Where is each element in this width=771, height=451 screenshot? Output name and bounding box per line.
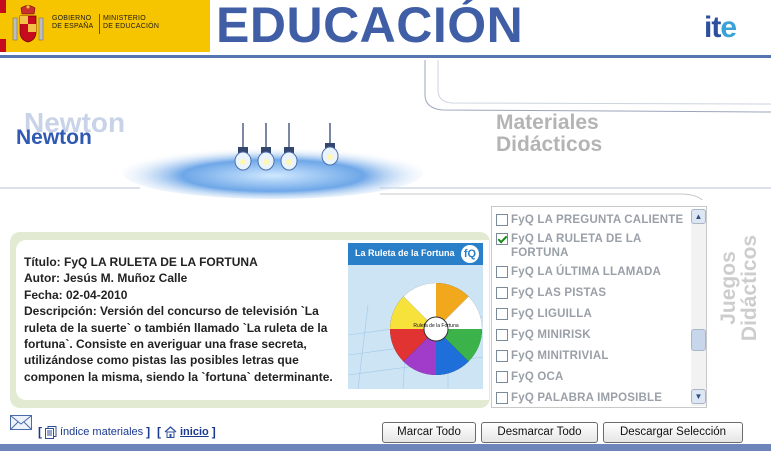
desmarcar-todo-button[interactable]: Desmarcar Todo bbox=[481, 422, 598, 443]
gov-divider bbox=[99, 14, 100, 34]
thumbnail-title: La Ruleta de la Fortuna bbox=[355, 248, 455, 258]
juegos-didacticos-label: Juegos Didácticos bbox=[716, 228, 762, 348]
site-title[interactable]: EDUCACIÓN bbox=[216, 0, 523, 54]
materials-list[interactable]: FyQ LA PREGUNTA CALIENTE FyQ LA RULETA D… bbox=[491, 206, 707, 408]
list-item-checkbox[interactable] bbox=[496, 308, 508, 320]
light-bulbs-icon bbox=[123, 123, 423, 199]
material-author: Autor: Jesús M. Muñoz Calle bbox=[24, 271, 188, 286]
descargar-seleccion-button[interactable]: Descargar Selección bbox=[603, 422, 743, 443]
list-item[interactable]: FyQ OCA bbox=[496, 370, 690, 384]
list-item-label: FyQ LA ÚLTIMA LLAMADA bbox=[511, 266, 662, 278]
ite-logo[interactable]: ite bbox=[704, 11, 737, 44]
list-item-checkbox[interactable] bbox=[496, 329, 508, 341]
list-item-checkbox[interactable] bbox=[496, 233, 508, 245]
list-item-label: FyQ MINITRIVIAL bbox=[511, 350, 609, 362]
fortune-wheel-icon: Ruleta de la Fortuna bbox=[348, 283, 483, 389]
scroll-up-icon[interactable]: ▲ bbox=[691, 209, 706, 224]
document-icon bbox=[45, 425, 57, 439]
juegos-didacticos-text: Juegos Didácticos bbox=[717, 234, 761, 342]
home-icon bbox=[164, 426, 177, 438]
list-item-label: FyQ LIGUILLA bbox=[511, 308, 592, 320]
materiales-didacticos-title[interactable]: Materiales Didácticos bbox=[496, 112, 602, 156]
list-item[interactable]: FyQ LIGUILLA bbox=[496, 307, 690, 321]
indice-materiales-link[interactable]: [ índice materiales ] bbox=[38, 425, 150, 439]
ite-logo-main: it bbox=[704, 11, 721, 44]
ite-logo-accent: e bbox=[720, 11, 737, 44]
scroll-down-icon[interactable]: ▼ bbox=[691, 389, 706, 404]
list-item-label: FyQ MINIRISK bbox=[511, 329, 591, 341]
bracket-open: [ bbox=[38, 425, 42, 439]
list-item[interactable]: FyQ LA RULETA DE LA FORTUNA bbox=[496, 232, 690, 260]
list-item-label: FyQ LA PREGUNTA CALIENTE bbox=[511, 214, 684, 226]
ministerio-text: MINISTERIO DE EDUCACIÓN bbox=[103, 15, 160, 30]
inicio-label: inicio bbox=[180, 426, 209, 438]
material-details: Título: FyQ LA RULETA DE LA FORTUNA Auto… bbox=[24, 254, 334, 385]
government-logo[interactable]: GOBIERNO DE ESPAÑA MINISTERIO DE EDUCACI… bbox=[0, 0, 210, 52]
list-item-checkbox[interactable] bbox=[496, 350, 508, 362]
list-item[interactable]: FyQ LA ÚLTIMA LLAMADA bbox=[496, 265, 690, 279]
flag-stripe bbox=[0, 0, 6, 52]
list-item[interactable]: FyQ MINITRIVIAL bbox=[496, 349, 690, 363]
marcar-todo-button[interactable]: Marcar Todo bbox=[382, 422, 476, 443]
list-item[interactable]: FyQ LAS PISTAS bbox=[496, 286, 690, 300]
list-item-checkbox[interactable] bbox=[496, 287, 508, 299]
wheel-center-text: Ruleta de la Fortuna bbox=[413, 323, 459, 329]
list-scrollbar[interactable]: ▲ ▼ bbox=[691, 209, 706, 406]
footer-bar bbox=[0, 444, 771, 451]
material-thumbnail[interactable]: La Ruleta de la Fortuna fQ Ruleta de la … bbox=[348, 243, 483, 389]
list-item-label: FyQ LAS PISTAS bbox=[511, 287, 607, 299]
bracket-close: ] bbox=[146, 425, 151, 439]
list-item-checkbox[interactable] bbox=[496, 392, 508, 404]
list-item-label: FyQ OCA bbox=[511, 371, 564, 383]
list-item[interactable]: FyQ MINIRISK bbox=[496, 328, 690, 342]
material-date: Fecha: 02-04-2010 bbox=[24, 287, 128, 302]
list-item-label: FyQ LA RULETA DE LA FORTUNA bbox=[511, 233, 642, 259]
list-item-checkbox[interactable] bbox=[496, 214, 508, 226]
newton-title[interactable]: Newton bbox=[16, 126, 92, 150]
banner: Newton Newton Materiales Didácticos bbox=[0, 60, 771, 200]
list-item[interactable]: FyQ LA PREGUNTA CALIENTE bbox=[496, 213, 690, 227]
indice-materiales-label: índice materiales bbox=[60, 426, 144, 438]
site-header: GOBIERNO DE ESPAÑA MINISTERIO DE EDUCACI… bbox=[0, 0, 771, 58]
bracket-close: ] bbox=[211, 425, 216, 439]
fq-logo-icon: fQ bbox=[461, 245, 479, 263]
bracket-open: [ bbox=[157, 425, 161, 439]
material-description: Descripción: Versión del concurso de tel… bbox=[24, 304, 333, 384]
materiales-label: Materiales Didácticos bbox=[496, 111, 603, 156]
scrollbar-thumb[interactable] bbox=[691, 329, 706, 351]
list-item-checkbox[interactable] bbox=[496, 371, 508, 383]
material-title: Título: FyQ LA RULETA DE LA FORTUNA bbox=[24, 255, 258, 269]
inicio-link[interactable]: [ inicio ] bbox=[157, 425, 216, 439]
list-item[interactable]: FyQ PALABRA IMPOSIBLE bbox=[496, 391, 690, 405]
thumbnail-header: La Ruleta de la Fortuna fQ bbox=[348, 243, 483, 265]
list-item-checkbox[interactable] bbox=[496, 266, 508, 278]
list-item-label: FyQ PALABRA IMPOSIBLE bbox=[511, 392, 663, 404]
gobierno-text: GOBIERNO DE ESPAÑA bbox=[52, 15, 94, 30]
coat-of-arms-icon bbox=[12, 5, 44, 43]
mail-icon[interactable] bbox=[10, 415, 32, 431]
